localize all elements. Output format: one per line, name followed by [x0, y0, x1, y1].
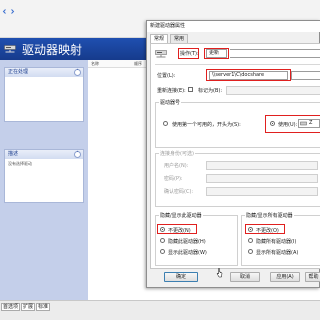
- drive-letter-value: Z: [309, 120, 313, 126]
- tab-common[interactable]: 常用: [170, 34, 189, 43]
- action-select-value: 更新: [209, 50, 220, 56]
- reconnect-checkbox[interactable]: [188, 87, 193, 92]
- hide-this-drive-radio[interactable]: [160, 238, 165, 243]
- collapse-chevron-icon[interactable]: ˄: [74, 69, 81, 76]
- apply-button[interactable]: 应用(A): [270, 272, 300, 282]
- confirm-password-label: 确认密码(C):: [164, 189, 194, 195]
- banner-title: 驱动器映射: [22, 43, 83, 57]
- cancel-button[interactable]: 取消: [230, 272, 260, 282]
- location-input[interactable]: \\server1\C\docshare: [209, 71, 288, 80]
- location-browse-field[interactable]: [291, 71, 320, 80]
- show-this-drive-label: 显示此驱动器(W): [168, 250, 207, 256]
- show-all-drives-label: 显示所有驱动器(A): [256, 250, 299, 256]
- no-change-all-label: 不更改(O): [256, 228, 279, 234]
- hide-show-this-drive-title: 隐藏/显示此驱动器: [159, 212, 203, 219]
- column-name[interactable]: 名称: [91, 61, 99, 67]
- description-task-header[interactable]: 描述 ˄: [5, 150, 83, 159]
- forward-icon[interactable]: [10, 9, 15, 14]
- password-label: 密码(P):: [164, 176, 183, 182]
- collapse-chevron-icon[interactable]: ˄: [74, 151, 81, 158]
- drive-letter-select[interactable]: Z: [298, 119, 320, 128]
- no-change-all-radio[interactable]: [248, 227, 253, 232]
- connect-as-group-title: 连接身份(可选): [159, 150, 195, 157]
- no-change-this-radio[interactable]: [160, 227, 165, 232]
- use-first-available-radio[interactable]: [163, 121, 168, 126]
- tab-extended[interactable]: 扩展: [21, 303, 36, 311]
- mouse-pointer-icon: [216, 268, 223, 278]
- user-name-label: 用户名(N):: [164, 163, 189, 169]
- status-bar: 首选项 扩展 标准: [0, 300, 320, 320]
- hide-show-all-drives-title: 隐藏/显示所有驱动器: [245, 212, 294, 219]
- user-name-input[interactable]: [206, 161, 318, 170]
- separator: [155, 64, 320, 65]
- tab-preferences[interactable]: 首选项: [1, 303, 21, 311]
- processing-task-header[interactable]: 正在处理 ˄: [5, 68, 83, 77]
- help-button[interactable]: 帮助: [305, 272, 320, 282]
- network-drive-icon: [155, 50, 167, 58]
- tab-standard[interactable]: 标准: [36, 303, 51, 311]
- action-label: 操作(T):: [180, 51, 199, 57]
- drive-properties-dialog: 新建驱动器属性 常规 常用 操作(T): 更新 位置(L): \\server1…: [146, 20, 320, 288]
- hide-all-drives-radio[interactable]: [248, 238, 253, 243]
- no-change-this-label: 不更改(N): [168, 228, 191, 234]
- action-select[interactable]: 更新: [206, 49, 227, 58]
- use-first-available-label: 使用第一个可用的，开头为(S):: [172, 122, 241, 128]
- column-order[interactable]: 顺序: [134, 61, 142, 67]
- snapin-banner: 驱动器映射: [0, 38, 146, 60]
- dialog-title: 新建驱动器属性: [147, 21, 320, 32]
- processing-task-title: 正在处理: [8, 69, 29, 75]
- use-drive-radio[interactable]: [270, 121, 275, 126]
- hide-this-drive-label: 隐藏此驱动器(H): [168, 239, 206, 245]
- general-panel: 操作(T): 更新 位置(L): \\server1\C\docshare 重新…: [150, 43, 320, 269]
- reconnect-label: 重新连接(E):: [157, 88, 186, 94]
- description-task-text: 没有选择驱动: [8, 161, 32, 166]
- label-as-input[interactable]: [226, 86, 320, 95]
- action-select-dropdown[interactable]: [230, 49, 320, 58]
- password-input[interactable]: [206, 174, 318, 183]
- location-value: \\server1\C\docshare: [212, 72, 265, 78]
- back-icon[interactable]: [2, 9, 7, 14]
- description-task-box: 描述 ˄ 没有选择驱动: [4, 149, 84, 203]
- description-task-title: 描述: [8, 151, 19, 157]
- show-all-drives-radio[interactable]: [248, 249, 253, 254]
- use-drive-label: 使用(U):: [278, 122, 298, 128]
- drive-letter-group-title: 驱动器号: [159, 99, 182, 106]
- hide-all-drives-label: 隐藏所有驱动器(I): [256, 239, 297, 245]
- ok-button[interactable]: 确定: [164, 272, 198, 282]
- drive-icon: [300, 121, 307, 126]
- task-pane: 正在处理 ˄ 描述 ˄ 没有选择驱动: [0, 60, 88, 300]
- network-drive-icon: [4, 45, 16, 53]
- processing-task-text: [5, 77, 83, 81]
- location-label: 位置(L):: [157, 73, 176, 79]
- processing-task-box: 正在处理 ˄: [4, 67, 84, 122]
- confirm-password-input[interactable]: [206, 187, 318, 196]
- show-this-drive-radio[interactable]: [160, 249, 165, 254]
- label-as-label: 标记为(B):: [198, 88, 223, 94]
- list-header: 名称 顺序: [88, 60, 148, 68]
